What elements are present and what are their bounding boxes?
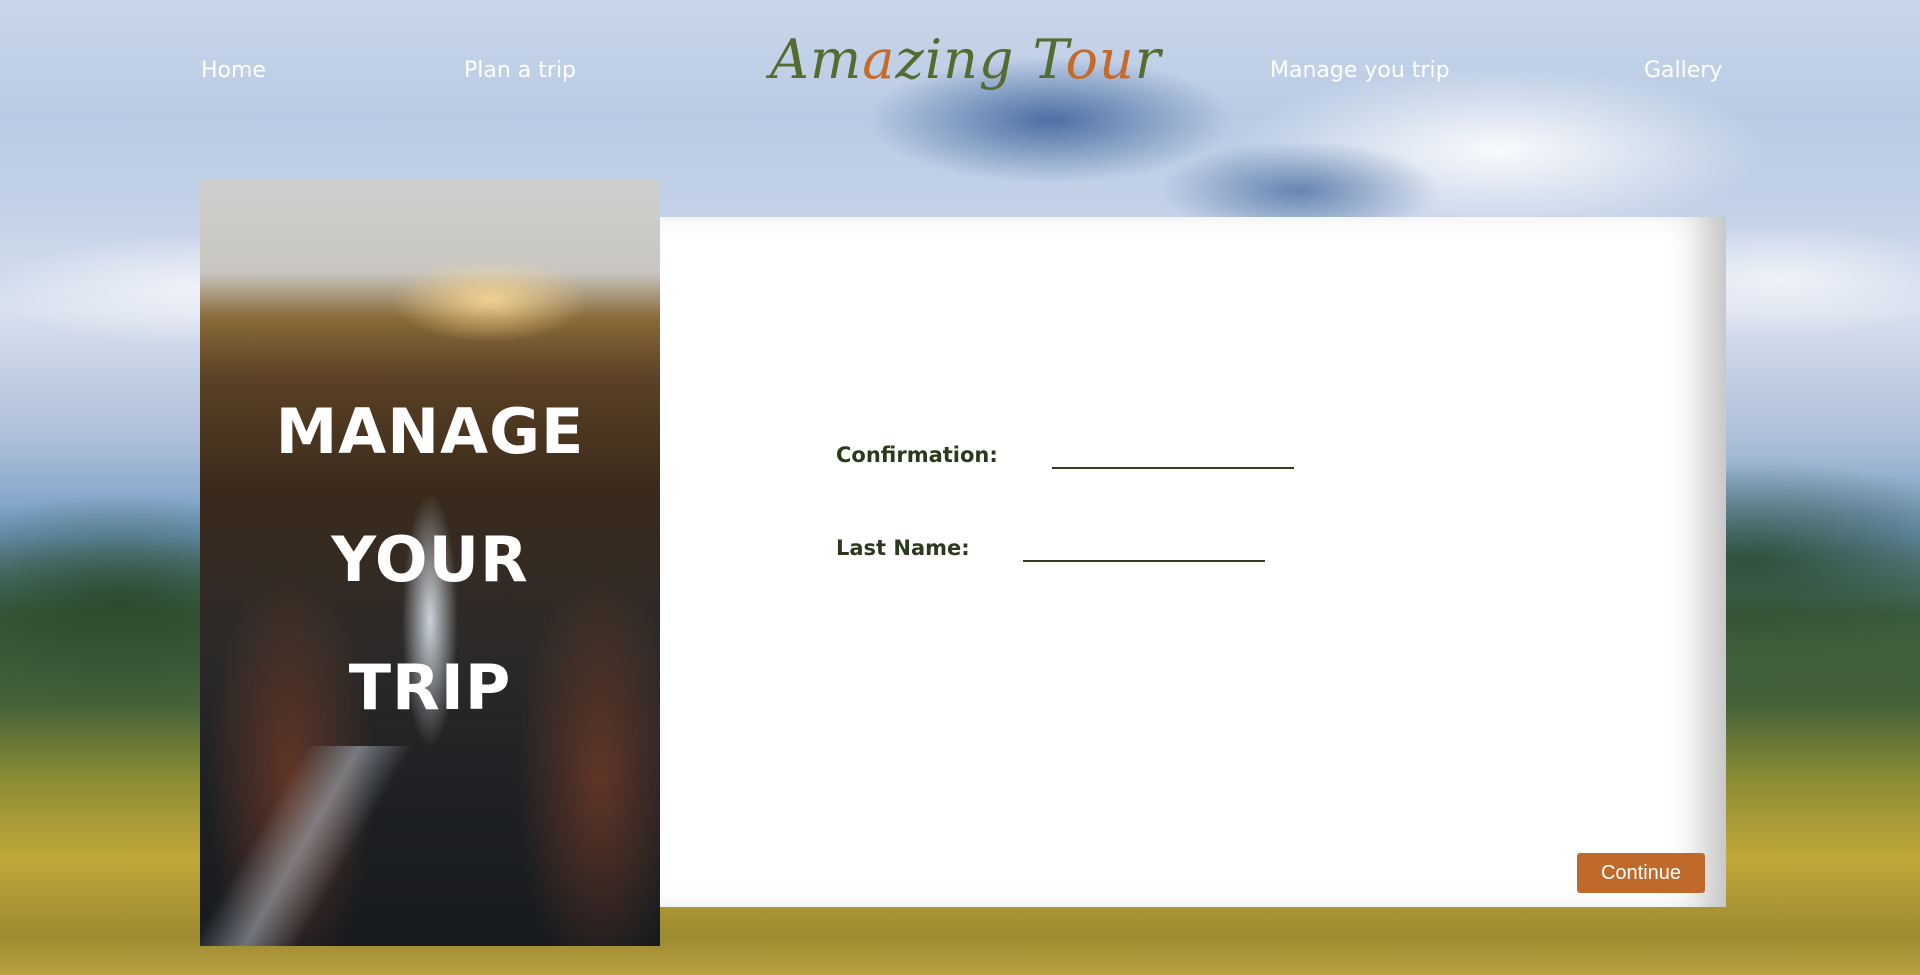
hero-title-line-3: TRIP <box>348 651 512 724</box>
hero-title-line-2: YOUR <box>331 523 529 596</box>
logo-accent-part: a <box>862 28 896 91</box>
nav-gallery-link[interactable]: Gallery <box>1644 58 1722 83</box>
logo-text-part: zing T <box>895 28 1066 91</box>
last-name-label: Last Name: <box>836 536 970 560</box>
last-name-input[interactable] <box>1023 532 1265 562</box>
confirmation-label: Confirmation: <box>836 443 998 467</box>
nav-home-link[interactable]: Home <box>201 58 266 83</box>
logo-text-part: r <box>1134 28 1162 91</box>
hero-title-line-1: MANAGE <box>275 395 585 468</box>
site-logo[interactable]: Amazing Tour <box>770 28 1162 91</box>
continue-button[interactable]: Continue <box>1577 853 1705 893</box>
river-graphic <box>200 746 440 946</box>
nav-manage-trip-link[interactable]: Manage you trip <box>1270 58 1450 83</box>
logo-accent-part: ou <box>1065 28 1135 91</box>
confirmation-input[interactable] <box>1052 439 1294 469</box>
top-navigation: Home Plan a trip Amazing Tour Manage you… <box>0 0 1920 150</box>
manage-trip-form-card: Confirmation: Last Name: Continue <box>660 217 1726 907</box>
waterfall-hero-image: MANAGE YOUR TRIP <box>200 180 660 946</box>
logo-text-part: Am <box>770 28 863 91</box>
nav-plan-trip-link[interactable]: Plan a trip <box>464 58 576 83</box>
